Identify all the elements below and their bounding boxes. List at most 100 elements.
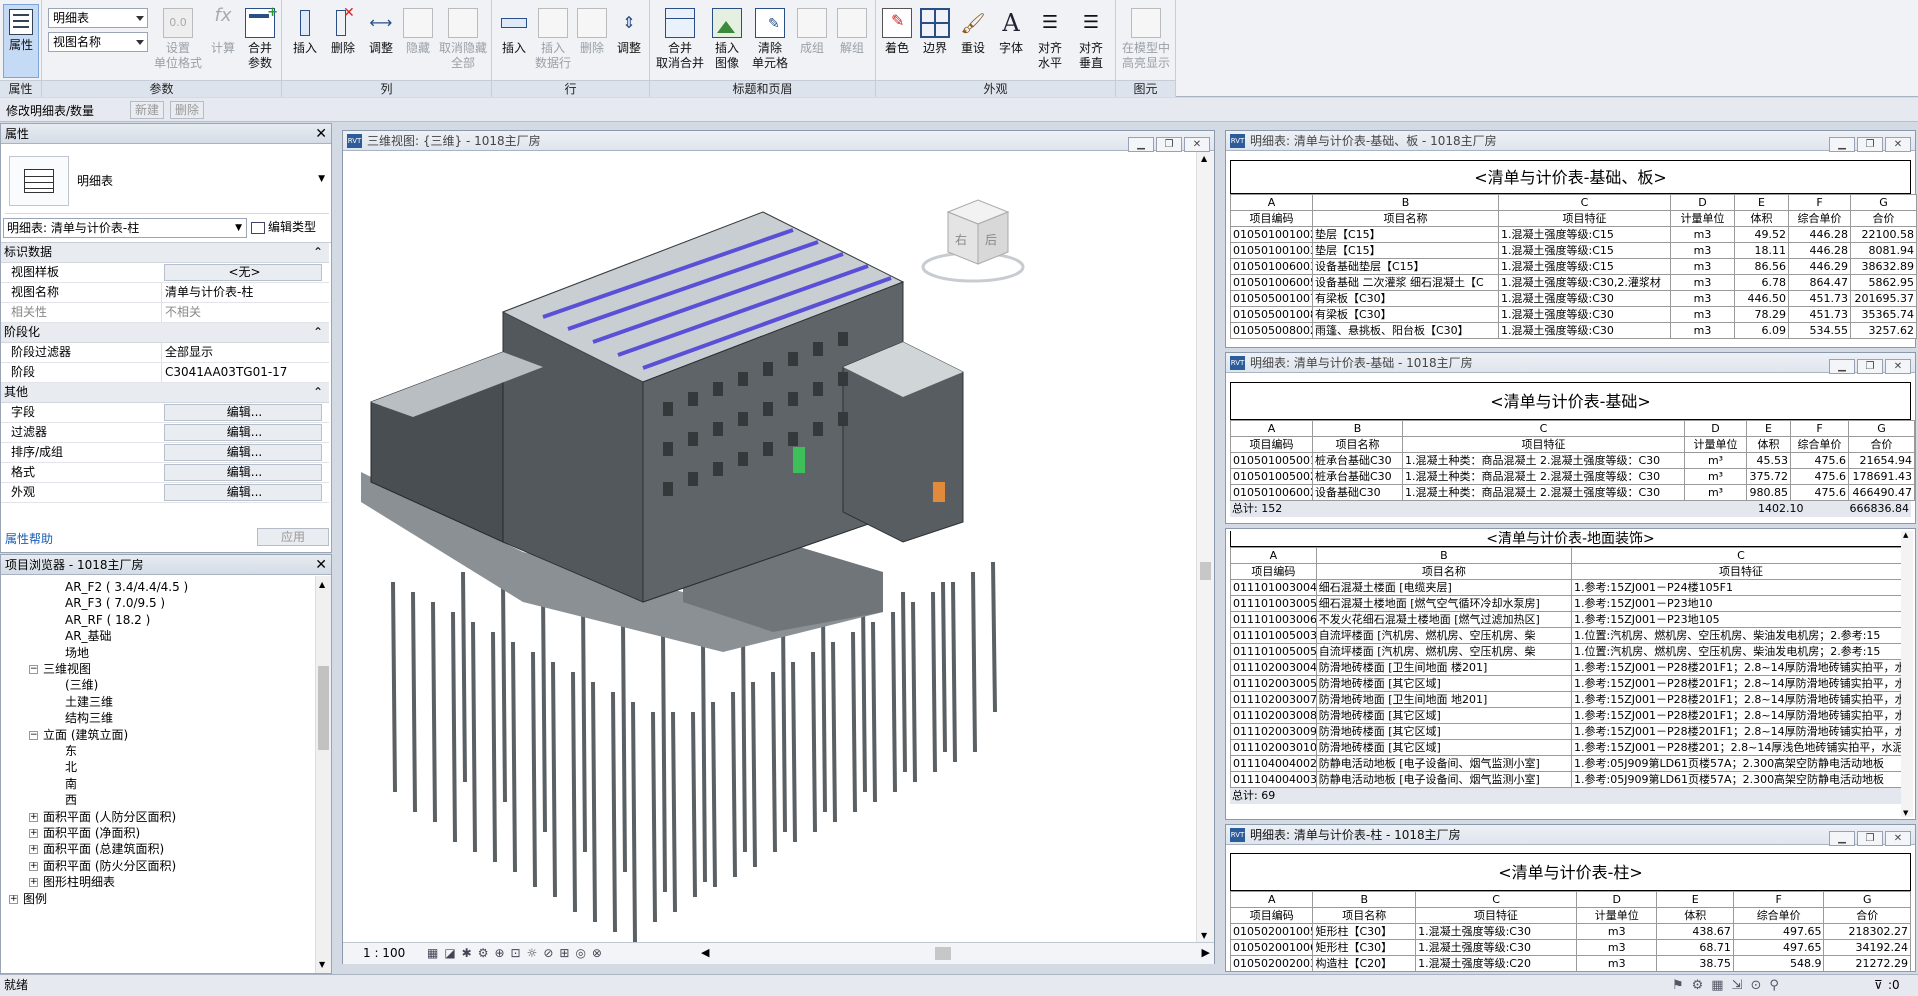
column-letter[interactable]: E [1656,891,1734,908]
table-cell[interactable]: 1.参考:15ZJ001－P28楼201；2.8~14厚浅色地砖铺实拍平，水泥 [1571,739,1911,756]
table-cell[interactable]: 1.混凝土强度等级:C30 [1498,306,1671,323]
table-cell[interactable]: 1.位置:汽机房、燃机房、空压机房、柴油发电机房；2.参考:15 [1571,627,1911,644]
restore-icon[interactable]: ❐ [1857,137,1883,152]
view-name-dropdown[interactable]: 视图名称 [48,32,148,52]
schedule-2-table[interactable]: A B C D E F G 项目编码 项目名称 项目特征 计量单位 体积 综合单价 合价 010501005… [1230,420,1915,501]
table-cell[interactable]: 38.75 [1656,955,1734,971]
tree-item[interactable]: − 立面 (建筑立面) [29,726,128,745]
highlight-in-model-button[interactable]: 在模型中 高亮显示 [1118,4,1174,80]
table-cell[interactable]: 201695.37 [1850,290,1917,307]
table-cell[interactable]: 446.29 [1788,258,1851,275]
expand-icon[interactable]: + [29,878,38,888]
minimize-icon[interactable]: ▁ [1829,137,1855,152]
column-header[interactable]: 综合单价 [1788,210,1851,227]
table-cell[interactable]: 1.混凝土强度等级:C30 [1415,939,1578,956]
column-header[interactable]: 综合单价 [1732,907,1825,924]
table-cell[interactable]: 21272.29 [1823,955,1911,971]
table-cell[interactable]: 011101003005 [1230,595,1317,612]
table-cell[interactable]: 011101003004 [1230,579,1317,596]
hide-column-button[interactable]: 隐藏 [400,4,436,80]
table-row[interactable]: 011102003004 防滑地砖楼面 [卫生间地面 楼201] 1.参考:15ZJ… [1230,659,1911,676]
table-cell[interactable]: 1.混凝土强度等级:C30 [1498,322,1671,339]
column-header[interactable]: 计量单位 [1576,907,1658,924]
table-cell[interactable]: m3 [1670,242,1735,259]
delete-column-button[interactable]: ✕ 删除 [324,4,362,80]
view-name-field[interactable]: 清单与计价表-柱 [161,283,328,302]
table-cell[interactable]: 011102003005 [1230,675,1317,692]
instance-selector[interactable]: 明细表: 清单与计价表-柱 ▼ [3,218,247,238]
combine-params-button[interactable]: + 合并 参数 [240,4,280,80]
table-cell[interactable]: 1.参考:15ZJ001－P28楼201F1；2.8~14厚防滑地砖铺实拍平，水 [1571,707,1911,724]
column-letter[interactable]: G [1850,194,1917,211]
table-cell[interactable]: 011102003008 [1230,707,1317,724]
table-cell[interactable]: 446.28 [1788,226,1851,243]
table-cell[interactable]: 防滑地砖楼面 [其它区域] [1315,723,1573,740]
column-letter[interactable]: B [1312,891,1417,908]
properties-help-link[interactable]: 属性帮助 [5,530,53,547]
table-cell[interactable]: 构造柱【C20】 [1312,955,1417,971]
table-cell[interactable]: m³ [1684,468,1747,485]
table-cell[interactable]: m3 [1576,939,1658,956]
table-cell[interactable]: 011102003009 [1230,723,1317,740]
table-cell[interactable]: 1.参考:15ZJ001－P28楼201F1；2.8~14厚防滑地砖铺实拍平，水 [1571,691,1911,708]
table-cell[interactable]: 34192.24 [1823,939,1911,956]
table-cell[interactable]: 010505001008 [1230,306,1313,323]
column-header[interactable]: 项目特征 [1402,436,1685,453]
edit-appearance-button[interactable]: 编辑... [164,484,322,501]
table-cell[interactable]: 矩形柱【C30】 [1312,939,1417,956]
table-cell[interactable]: 1.参考:15ZJ001－P24楼105F1 [1571,579,1911,596]
schedule-3-vscroll[interactable]: ▲ ▼ [1901,531,1913,817]
section-identity[interactable]: 标识数据 ⌃ [1,243,329,263]
table-cell[interactable]: 细石混凝土楼面 [电缆夹层] [1315,579,1573,596]
table-cell[interactable]: 6.78 [1734,274,1789,291]
table-cell[interactable]: 438.67 [1656,923,1734,940]
view-scale[interactable]: 1 : 100 [363,943,405,963]
column-header[interactable]: 项目编码 [1230,210,1313,227]
table-cell[interactable]: 防滑地砖楼面 [其它区域] [1315,707,1573,724]
table-cell[interactable]: 010502001006 [1229,939,1314,956]
minimize-icon[interactable]: ▁ [1829,831,1855,846]
tree-item[interactable]: + 图例 [9,890,47,909]
table-cell[interactable]: 1.位置:汽机房、燃机房、空压机房、柴油发电机房；2.参考:15 [1571,643,1911,660]
minimize-icon[interactable]: ▁ [1829,359,1855,374]
table-cell[interactable]: 1.混凝土强度等级:C30,2.灌浆材 [1498,274,1671,291]
table-cell[interactable]: 011101003006 [1230,611,1317,628]
expand-icon[interactable]: + [29,829,38,838]
table-cell[interactable]: 38632.89 [1850,258,1917,275]
table-cell[interactable]: 矩形柱【C30】 [1312,923,1417,940]
merge-unmerge-button[interactable]: 合并 取消合并 [654,4,706,80]
table-cell[interactable]: m3 [1670,258,1735,275]
close-icon[interactable]: ✕ [1885,137,1911,152]
table-cell[interactable]: 1.混凝土种类：商品混凝土 2.混凝土强度等级：C30 [1402,452,1685,469]
viewcube[interactable]: 右 后 [921,199,1025,283]
table-row[interactable]: 011102003007 防滑地砖地面 [卫生间地面 地201] 1.参考:15ZJ… [1230,691,1911,708]
table-cell[interactable]: 375.72 [1746,468,1791,485]
column-header[interactable]: 项目名称 [1312,907,1417,924]
section-phasing[interactable]: 阶段化 ⌃ [1,323,329,343]
table-cell[interactable]: 有梁板【C30】 [1312,290,1499,307]
table-cell[interactable]: 防滑地砖地面 [卫生间地面 地201] [1315,691,1573,708]
column-header[interactable]: 体积 [1746,436,1791,453]
column-letter[interactable]: B [1312,194,1499,211]
column-header[interactable]: 计量单位 [1684,436,1747,453]
table-cell[interactable]: 446.28 [1788,242,1851,259]
model-3d-canvas[interactable]: 右 后 [343,152,1196,944]
apply-button[interactable]: 应用 [257,528,329,546]
close-icon[interactable]: ✕ [1885,359,1911,374]
table-row[interactable]: 010502001006 矩形柱【C30】 1.混凝土强度等级:C30 m3 68.71… [1229,939,1911,956]
set-unit-format-button[interactable]: 0.0 设置 单位格式 [150,4,206,80]
delete-row-button[interactable]: 删除 [574,4,610,80]
table-cell[interactable]: m3 [1670,290,1735,307]
table-cell[interactable]: 21654.94 [1848,452,1915,469]
table-cell[interactable]: 22100.58 [1850,226,1917,243]
table-cell[interactable]: 防滑地砖楼面 [其它区域] [1315,739,1573,756]
table-cell[interactable]: 1.混凝土强度等级:C20 [1415,955,1578,971]
insert-image-button[interactable]: 插入 图像 [706,4,748,80]
table-cell[interactable]: 18.11 [1734,242,1789,259]
table-row[interactable]: 011102003010 防滑地砖楼面 [其它区域] 1.参考:15ZJ001－P2… [1230,739,1911,756]
column-header[interactable]: 项目特征 [1415,907,1578,924]
filter-icon[interactable]: ⊽ [1874,975,1883,996]
column-letter[interactable]: A [1229,891,1314,908]
shading-button[interactable]: ✎ 着色 [878,4,916,80]
table-cell[interactable]: 3257.62 [1850,322,1917,339]
